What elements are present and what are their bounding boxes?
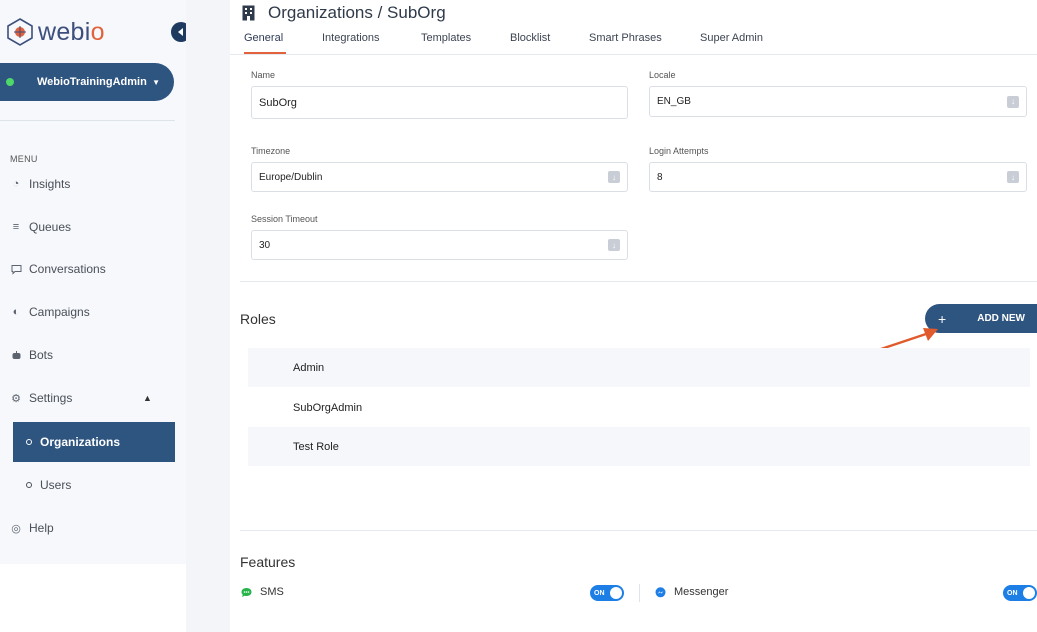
webio-hexagon-icon: [7, 18, 33, 46]
account-switcher[interactable]: WebioTrainingAdmin ▼: [0, 63, 174, 101]
dropdown-arrow-icon: ↓: [608, 239, 620, 251]
section-divider: [240, 530, 1037, 531]
sidebar-item-queues[interactable]: ≡ Queues: [10, 217, 71, 237]
session-timeout-select[interactable]: 30 ↓: [251, 230, 628, 260]
toggle-knob: [1023, 587, 1035, 599]
role-row-empty: [248, 466, 1030, 505]
name-input[interactable]: SubOrg: [251, 86, 628, 119]
online-status-dot: [6, 78, 14, 86]
messenger-icon: [655, 586, 666, 598]
features-heading: Features: [240, 554, 296, 570]
conversations-icon: [10, 263, 22, 275]
sidebar-subitem-organizations[interactable]: Organizations: [13, 422, 175, 462]
bots-icon: [10, 349, 22, 361]
feature-sms: SMS: [241, 586, 284, 598]
role-row[interactable]: Admin: [248, 348, 1030, 387]
dropdown-arrow-icon: ↓: [1007, 95, 1019, 108]
campaigns-icon: ◐: [12, 306, 20, 318]
tab-general[interactable]: General: [244, 32, 283, 44]
section-divider: [240, 281, 1037, 282]
sidebar-item-campaigns[interactable]: ◐ Campaigns: [10, 302, 90, 322]
bullet-ring-icon: [26, 482, 32, 488]
tab-super-admin[interactable]: Super Admin: [700, 32, 763, 44]
messenger-toggle[interactable]: ON: [1003, 585, 1037, 601]
active-tab-indicator: [244, 52, 286, 54]
sidebar-subitem-users[interactable]: Users: [13, 475, 71, 495]
logo-wordmark: webio: [38, 17, 105, 46]
locale-label: Locale: [649, 70, 676, 80]
tab-blocklist[interactable]: Blocklist: [510, 32, 550, 44]
name-label: Name: [251, 70, 276, 80]
role-row[interactable]: Test Role: [248, 427, 1030, 466]
tab-templates[interactable]: Templates: [421, 32, 471, 44]
tab-bar: General Integrations Templates Blocklist…: [230, 30, 1037, 55]
main-panel: Organizations / SubOrg General Integrati…: [230, 0, 1037, 632]
sidebar-item-help[interactable]: ◎ Help: [10, 518, 54, 538]
tab-integrations[interactable]: Integrations: [322, 32, 379, 44]
toggle-knob: [610, 587, 622, 599]
building-icon: [242, 5, 255, 21]
timezone-select[interactable]: Europe/Dublin ↓: [251, 162, 628, 192]
insights-icon: ◔: [12, 178, 20, 190]
page-title: Organizations / SubOrg: [242, 3, 446, 23]
sidebar-footer-space: [0, 564, 186, 632]
caret-left-icon: [178, 28, 183, 36]
sidebar: webio WebioTrainingAdmin ▼ MENU ◔ Insigh…: [0, 0, 191, 632]
sms-chat-icon: [241, 587, 252, 598]
tab-smart-phrases[interactable]: Smart Phrases: [589, 32, 662, 44]
sms-toggle[interactable]: ON: [590, 585, 624, 601]
account-name: WebioTrainingAdmin: [37, 76, 147, 88]
feature-divider: [639, 584, 640, 602]
dropdown-arrow-icon: ↓: [608, 171, 620, 183]
gear-icon: ⚙: [11, 392, 21, 405]
help-icon: ◎: [11, 522, 21, 535]
content-gutter: [186, 0, 230, 632]
locale-select[interactable]: EN_GB ↓: [649, 86, 1027, 117]
menu-section-label: MENU: [10, 154, 38, 164]
sidebar-item-conversations[interactable]: Conversations: [10, 259, 106, 279]
login-attempts-label: Login Attempts: [649, 146, 709, 156]
timezone-label: Timezone: [251, 146, 291, 156]
feature-messenger: Messenger: [655, 586, 728, 598]
bullet-ring-icon: [26, 439, 32, 445]
chevron-up-icon: ▲: [143, 393, 152, 403]
sidebar-item-bots[interactable]: Bots: [10, 345, 53, 365]
login-attempts-select[interactable]: 8 ↓: [649, 162, 1027, 192]
sidebar-item-settings[interactable]: ⚙ Settings ▲: [10, 388, 152, 408]
roles-heading: Roles: [240, 311, 276, 327]
session-timeout-label: Session Timeout: [251, 214, 318, 224]
role-row[interactable]: SubOrgAdmin: [248, 388, 1030, 427]
sidebar-item-insights[interactable]: ◔ Insights: [10, 174, 71, 194]
queues-icon: ≡: [12, 221, 20, 233]
dropdown-arrow-icon: ↓: [1007, 171, 1019, 183]
webio-logo[interactable]: webio: [5, 15, 105, 49]
caret-down-icon: ▼: [152, 77, 160, 87]
sidebar-divider: [0, 120, 175, 121]
